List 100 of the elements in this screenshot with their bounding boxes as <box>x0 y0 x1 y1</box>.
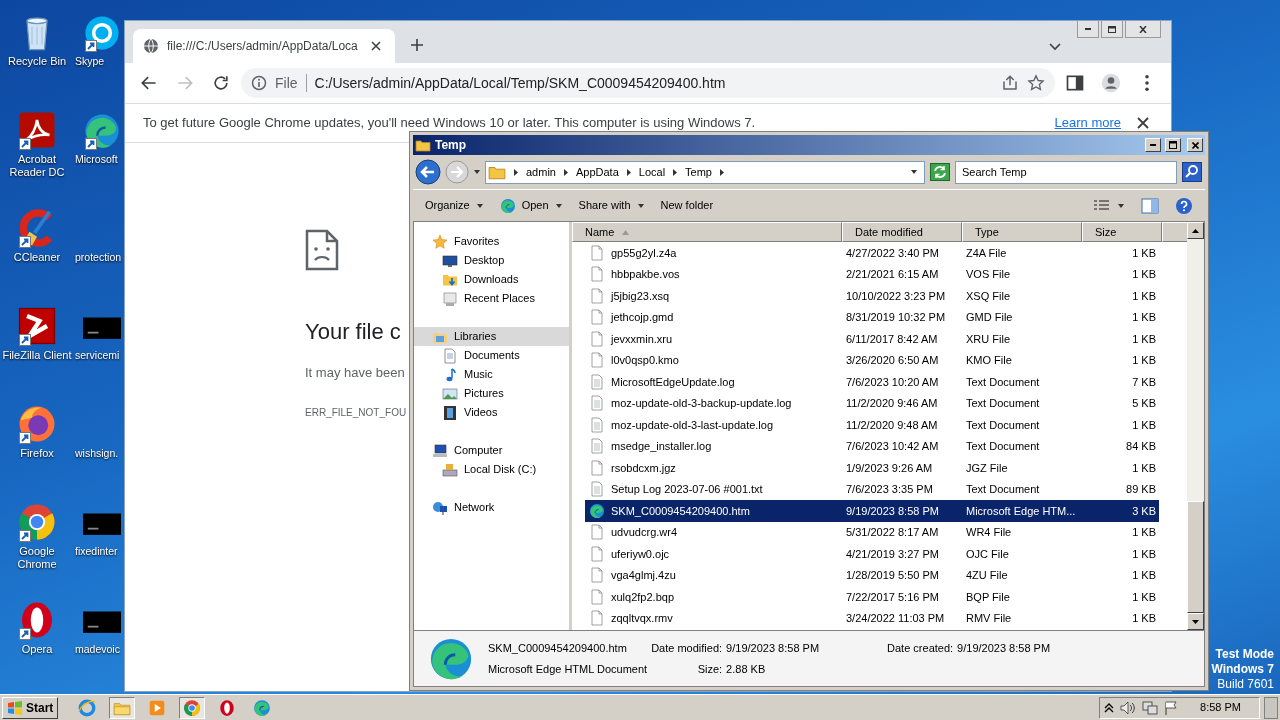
firefox-icon[interactable] <box>17 404 57 444</box>
column-header[interactable]: Size <box>1082 222 1162 242</box>
edge-icon <box>499 197 516 214</box>
breadcrumb-arrow-icon[interactable] <box>671 167 680 177</box>
minimize-button[interactable] <box>1077 21 1099 38</box>
column-header[interactable]: Type <box>962 222 1082 242</box>
flag-icon[interactable] <box>1164 700 1179 715</box>
file-row[interactable]: moz-update-old-3-last-update.log 11/2/2020 9:48 AM Text Document 1 KB <box>585 414 1159 436</box>
breadcrumb-arrow-icon[interactable] <box>512 167 520 177</box>
close-button[interactable] <box>1125 21 1161 38</box>
nav-item[interactable]: Downloads <box>414 270 569 289</box>
detail-label: Size: <box>696 662 723 677</box>
browser-tab[interactable]: file:///C:/Users/admin/AppData/Loca <box>133 29 395 63</box>
column-header[interactable]: Date modified <box>842 222 962 242</box>
caret-icon[interactable] <box>910 168 918 176</box>
document-icon <box>442 347 458 364</box>
back-button[interactable] <box>415 156 441 188</box>
search-field[interactable]: Search Temp <box>955 160 1177 184</box>
desktop-icon-label[interactable]: FileZilla Client <box>2 349 72 362</box>
breadcrumb-item[interactable]: Local <box>638 163 666 181</box>
skype-icon[interactable] <box>83 14 121 52</box>
file-type: JGZ File <box>965 460 1009 476</box>
learn-more-link[interactable]: Learn more <box>1054 113 1121 133</box>
share-icon[interactable] <box>1001 74 1019 92</box>
scrollbar[interactable] <box>1187 222 1204 630</box>
desktop-icon-label[interactable]: Opera <box>21 643 53 656</box>
file-row[interactable]: rsobdcxm.jgz 1/9/2023 9:26 AM JGZ File 1 KB <box>585 457 1159 479</box>
desktop-icon-label[interactable]: Firefox <box>20 447 54 460</box>
command-button[interactable]: Open <box>493 195 569 216</box>
command-button[interactable]: Organize <box>419 195 490 216</box>
start-button[interactable]: Start <box>2 696 59 719</box>
nav-item[interactable]: Network <box>414 498 569 517</box>
file-row[interactable]: SKM_C0009454209400.htm 9/19/2023 8:58 PM Microsoft Edge HTM... 3 KB <box>585 500 1159 522</box>
file-row[interactable]: moz-update-old-3-backup-update.log 11/2/2020 9:46 AM Text Document 5 KB <box>585 392 1159 414</box>
file-type: Text Document <box>965 482 1041 497</box>
breadcrumb-item[interactable]: Temp <box>685 163 712 181</box>
breadcrumb-arrow-icon[interactable] <box>561 167 570 177</box>
edge-icon[interactable] <box>83 112 121 150</box>
network-icon[interactable] <box>1142 700 1159 715</box>
file-row[interactable]: zqqltvqx.rmv 3/24/2022 11:03 PM RMV File 1 KB <box>585 607 1159 629</box>
clock[interactable]: 8:58 PM <box>1184 699 1255 716</box>
command-button[interactable]: Share with <box>572 195 651 216</box>
file-row[interactable]: jethcojp.gmd 8/31/2019 10:32 PM GMD File 1 KB <box>585 306 1159 328</box>
breadcrumb-item[interactable]: AppData <box>575 163 619 181</box>
file-row[interactable]: l0v0qsp0.kmo 3/26/2020 6:50 AM KMO File 1 KB <box>585 349 1159 371</box>
acrobat-icon[interactable] <box>17 110 57 150</box>
command-button[interactable]: New folder <box>654 195 720 216</box>
file-row[interactable]: xulq2fp2.bqp 7/22/2017 5:16 PM BQP File 1 KB <box>585 586 1159 608</box>
show-desktop-button[interactable] <box>1264 696 1278 719</box>
file-row[interactable]: vga4glmj.4zu 1/28/2019 5:50 PM 4ZU File 1 KB <box>585 564 1159 586</box>
desktop-icon-label[interactable]: servicemi <box>75 349 120 362</box>
info-icon[interactable] <box>251 75 267 91</box>
desktop-icon-label[interactable]: Recycle Bin <box>7 55 67 68</box>
file-row[interactable]: uferiyw0.ojc 4/21/2019 3:27 PM OJC File 1 KB <box>585 543 1159 565</box>
nav-item[interactable]: Computer <box>414 441 569 460</box>
chrome-icon[interactable] <box>17 502 57 542</box>
desktop-icon-label[interactable]: Microsoft <box>75 153 118 166</box>
file-size: 1 KB <box>1131 417 1157 433</box>
breadcrumb-arrow-icon[interactable] <box>718 167 726 177</box>
nav-item[interactable]: Pictures <box>414 384 569 403</box>
nav-item[interactable]: Desktop <box>414 251 569 270</box>
file-date: 7/6/2023 10:42 AM <box>845 439 940 454</box>
file-row[interactable]: jevxxmin.xru 6/11/2017 8:42 AM XRU File 1 KB <box>585 328 1159 350</box>
filezilla-icon[interactable] <box>17 306 57 346</box>
maximize-button[interactable] <box>1101 21 1123 38</box>
breadcrumb-bar[interactable]: admin AppData Local Temp <box>485 160 925 184</box>
recent-pages-button[interactable] <box>473 168 481 176</box>
breadcrumb-item[interactable]: admin <box>526 163 556 181</box>
column-header[interactable]: Name <box>572 222 842 242</box>
nav-item[interactable]: Music <box>414 365 569 384</box>
desktop-icon-label[interactable]: CCleaner <box>13 251 61 264</box>
desktop-icon-label[interactable]: madevoic <box>75 643 120 656</box>
file-row[interactable]: Setup Log 2023-07-06 #001.txt 7/6/2023 3:35 PM Text Document 89 KB <box>585 478 1159 500</box>
breadcrumb-arrow-icon[interactable] <box>624 167 633 177</box>
desktop-icon-label[interactable]: Skype <box>75 55 105 68</box>
desktop-icon-label[interactable]: fixedinter <box>75 545 118 558</box>
scroll-thumb[interactable] <box>1187 501 1204 613</box>
nav-item[interactable]: Local Disk (C:) <box>414 460 569 479</box>
file-row[interactable]: msedge_installer.log 7/6/2023 10:42 AM Text Document 84 KB <box>585 435 1159 457</box>
file-row[interactable]: j5jbig23.xsq 10/10/2022 3:23 PM XSQ File 1 KB <box>585 285 1159 307</box>
nav-item[interactable]: Documents <box>414 346 569 365</box>
file-row[interactable]: gp55g2yl.z4a 4/27/2022 3:40 PM Z4A File 1 KB <box>585 242 1159 264</box>
file-row[interactable]: hbbpakbe.vos 2/21/2021 6:15 AM VOS File 1 KB <box>585 263 1159 285</box>
show-hidden-icons-icon[interactable] <box>1104 702 1115 713</box>
nav-item[interactable]: Recent Places <box>414 289 569 308</box>
speaker-icon[interactable] <box>1120 700 1137 715</box>
file-row[interactable]: udvudcrg.wr4 5/31/2022 8:17 AM WR4 File 1 KB <box>585 521 1159 543</box>
nav-item[interactable]: Libraries <box>414 327 569 346</box>
scroll-up-button[interactable] <box>1187 222 1204 239</box>
nav-item[interactable]: Videos <box>414 403 569 422</box>
desktop-icon-label[interactable]: protection <box>75 251 122 264</box>
address-bar[interactable]: File C:/Users/admin/AppData/Local/Temp/SKM_C0009454209400.htm <box>241 68 1055 98</box>
nav-item[interactable]: Favorites <box>414 232 569 251</box>
desktop-icon-label[interactable]: wishsign. <box>75 447 119 460</box>
scroll-down-button[interactable] <box>1187 613 1204 630</box>
edge-icon <box>589 502 605 519</box>
bookmark-star-icon[interactable] <box>1027 74 1045 92</box>
desktop-icon-label[interactable]: Google Chrome <box>1 545 73 571</box>
desktop-icon-label[interactable]: Acrobat Reader DC <box>1 153 73 179</box>
file-row[interactable]: MicrosoftEdgeUpdate.log 7/6/2023 10:20 AM Text Document 7 KB <box>585 371 1159 393</box>
